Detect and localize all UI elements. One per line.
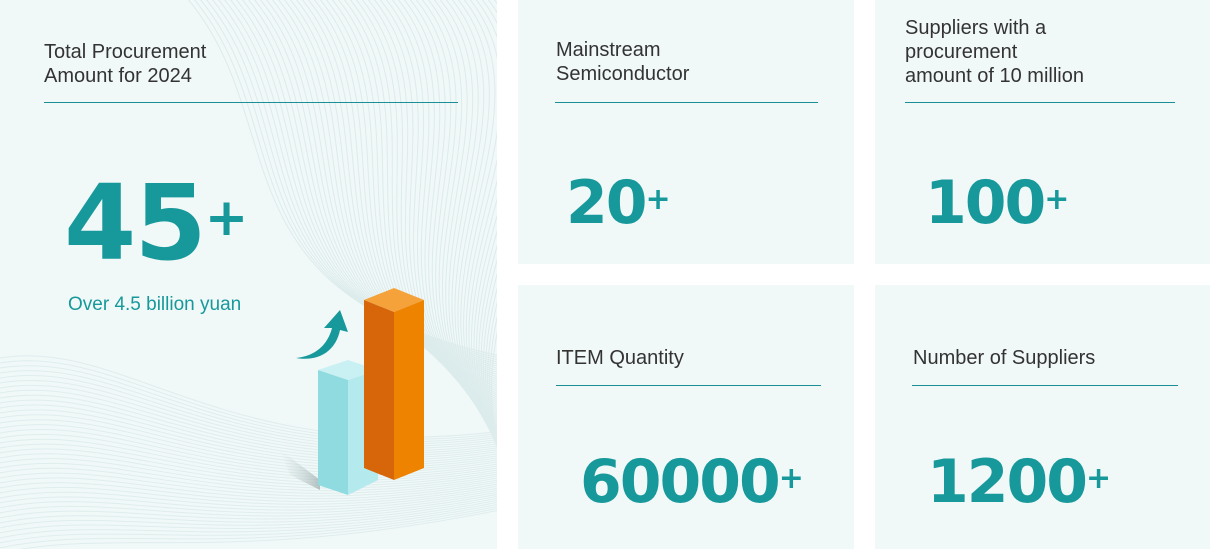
stat-title-number-of-suppliers: Number of Suppliers — [913, 347, 1096, 369]
stat-value-number: 1200 — [927, 447, 1088, 517]
total-procurement-card: Total Procurement Amount for 2024 45+ Ov… — [0, 0, 497, 549]
growth-bar-chart-illustration — [280, 288, 424, 495]
total-value-suffix: + — [204, 187, 249, 248]
stat-value-suffix: + — [645, 182, 671, 217]
stat-value-number: 20 — [566, 168, 647, 238]
cyan-bar-front — [318, 370, 348, 495]
stat-value-suffix: + — [1086, 461, 1112, 496]
stat-value-number-of-suppliers: 1200+ — [927, 447, 1111, 517]
stat-divider — [905, 102, 1175, 103]
up-arrow-icon — [296, 310, 348, 359]
total-procurement-subtitle: Over 4.5 billion yuan — [68, 294, 242, 315]
stat-card-item-quantity: ITEM Quantity 60000+ — [518, 285, 854, 549]
stat-card-number-of-suppliers: Number of Suppliers 1200+ — [875, 285, 1210, 549]
stat-title-suppliers-10m: Suppliers with a procurement amount of 1… — [905, 17, 1084, 87]
stat-value-number: 100 — [925, 168, 1046, 238]
stat-divider — [555, 102, 818, 103]
orange-bar-front — [364, 300, 394, 480]
stat-divider — [556, 385, 821, 386]
stat-card-semiconductor: Mainstream Semiconductor 20+ — [518, 0, 854, 264]
stat-card-suppliers-10m: Suppliers with a procurement amount of 1… — [875, 0, 1210, 264]
orange-bar-side — [394, 300, 424, 480]
stat-value-semiconductor: 20+ — [566, 168, 671, 238]
stat-value-number: 60000 — [580, 447, 781, 517]
stat-value-suffix: + — [778, 461, 804, 496]
stat-title-item-quantity: ITEM Quantity — [556, 347, 684, 369]
total-procurement-title: Total Procurement Amount for 2024 — [44, 41, 207, 87]
stat-divider — [912, 385, 1178, 386]
stat-value-suffix: + — [1044, 182, 1070, 217]
stat-value-suppliers-10m: 100+ — [925, 168, 1069, 238]
stat-title-semiconductor: Mainstream Semiconductor — [556, 39, 690, 85]
stat-value-item-quantity: 60000+ — [580, 447, 804, 517]
total-value-number: 45 — [64, 162, 207, 284]
title-divider — [44, 102, 458, 103]
total-procurement-value: 45+ — [64, 168, 248, 278]
